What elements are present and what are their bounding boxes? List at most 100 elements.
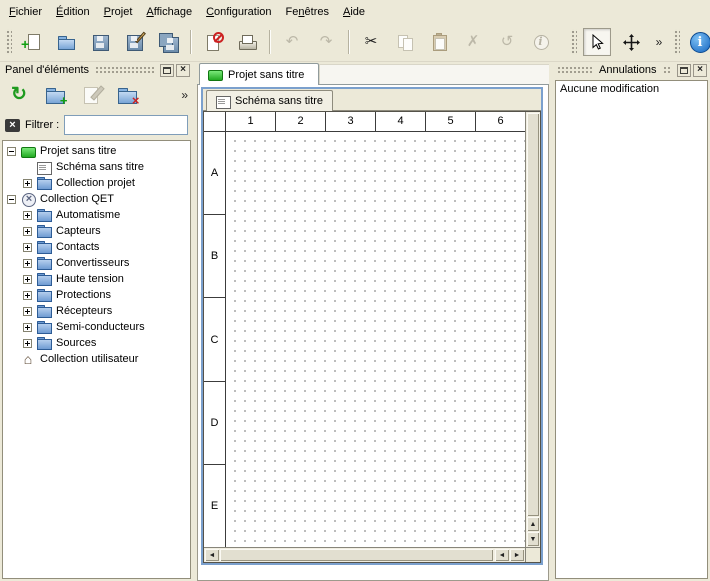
ruler-row-label: E	[204, 464, 225, 547]
collapse-icon[interactable]	[7, 147, 16, 156]
tree-item-collection-projet[interactable]: Collection projet	[3, 175, 190, 191]
dock-float-button[interactable]	[160, 64, 174, 77]
filter-input[interactable]	[64, 115, 188, 135]
ruler-row-label: C	[204, 297, 225, 380]
info-button[interactable]	[527, 28, 555, 56]
undo-button[interactable]: ↶	[278, 28, 306, 56]
scrollbar-thumb[interactable]	[220, 549, 493, 561]
rotate-button[interactable]: ↺	[493, 28, 521, 56]
expand-icon[interactable]	[23, 291, 32, 300]
tree-item-schema[interactable]: Schéma sans titre	[3, 159, 190, 175]
diagram-tab[interactable]: Schéma sans titre	[206, 90, 333, 111]
expand-icon[interactable]	[23, 179, 32, 188]
tree-item-sources[interactable]: Sources	[3, 335, 190, 351]
scrollbar-thumb[interactable]	[527, 113, 539, 516]
delete-element-button[interactable]: ×	[111, 80, 143, 110]
toolbar-drag-handle[interactable]	[570, 29, 577, 55]
clear-filter-icon[interactable]	[5, 119, 20, 132]
dock-drag-handle[interactable]	[663, 66, 672, 74]
tree-item-contacts[interactable]: Contacts	[3, 239, 190, 255]
tree-item-semi-conducteurs[interactable]: Semi-conducteurs	[3, 319, 190, 335]
scroll-down-icon[interactable]: ▼	[527, 532, 539, 546]
chevron-more-icon: »	[656, 36, 663, 48]
diagram-canvas[interactable]	[226, 132, 525, 547]
edit-element-button[interactable]	[75, 80, 107, 110]
save-as-button[interactable]	[120, 28, 148, 56]
new-element-button[interactable]: +	[39, 80, 71, 110]
new-document-button[interactable]	[18, 28, 46, 56]
panel-toolbar-overflow-button[interactable]: »	[181, 89, 188, 101]
open-project-button[interactable]	[52, 28, 80, 56]
dock-drag-handle[interactable]	[95, 66, 154, 74]
toolbar-separator	[190, 30, 191, 54]
collapse-icon[interactable]	[7, 195, 16, 204]
menu-fichier[interactable]: Fichier	[2, 2, 49, 22]
dock-drag-handle[interactable]	[557, 66, 593, 74]
menu-aide[interactable]: Aide	[336, 2, 372, 22]
close-file-icon	[204, 33, 222, 51]
project-tab[interactable]: Projet sans titre	[199, 63, 319, 85]
expand-icon[interactable]	[23, 227, 32, 236]
scrollbar-corner	[525, 547, 540, 562]
dock-close-button[interactable]: ×	[693, 64, 707, 77]
scroll-right-icon[interactable]: ►	[510, 549, 524, 561]
menu-projet[interactable]: Projet	[97, 2, 140, 22]
horizontal-scrollbar[interactable]: ◄ ◄ ►	[204, 547, 525, 562]
tree-item-convertisseurs[interactable]: Convertisseurs	[3, 255, 190, 271]
menu-configuration[interactable]: Configuration	[199, 2, 278, 22]
toolbar-drag-handle[interactable]	[5, 29, 12, 55]
reload-collections-button[interactable]: ↻	[3, 80, 35, 110]
expand-icon[interactable]	[23, 339, 32, 348]
menu-fenetres[interactable]: Fenêtres	[279, 2, 336, 22]
select-mode-button[interactable]	[583, 28, 611, 56]
scroll-left-icon[interactable]: ◄	[495, 549, 509, 561]
redo-button[interactable]: ↷	[312, 28, 340, 56]
tree-item-collection-qet[interactable]: Collection QET	[3, 191, 190, 207]
expand-icon[interactable]	[23, 211, 32, 220]
menu-affichage[interactable]: Affichage	[139, 2, 199, 22]
ruler-column-label: 6	[475, 112, 525, 131]
info-gray-icon	[532, 33, 550, 51]
tree-item-recepteurs[interactable]: Récepteurs	[3, 303, 190, 319]
scroll-up-icon[interactable]: ▲	[527, 517, 539, 531]
save-all-icon	[159, 33, 177, 51]
expand-icon[interactable]	[23, 243, 32, 252]
tree-item-label: Collection projet	[56, 177, 135, 189]
dock-close-button[interactable]: ×	[176, 64, 190, 77]
copy-button[interactable]	[391, 28, 419, 56]
tree-item-collection-utilisateur[interactable]: Collection utilisateur	[3, 351, 190, 367]
expand-icon[interactable]	[23, 307, 32, 316]
vertical-scrollbar[interactable]: ▲ ▼	[525, 112, 540, 547]
qelectrotech-window: Fichier Édition Projet Affichage Configu…	[0, 0, 710, 581]
folder-icon	[37, 289, 51, 302]
tree-item-capteurs[interactable]: Capteurs	[3, 223, 190, 239]
toolbar-separator	[269, 30, 270, 54]
menu-edition[interactable]: Édition	[49, 2, 97, 22]
tree-item-automatisme[interactable]: Automatisme	[3, 207, 190, 223]
expand-icon[interactable]	[23, 323, 32, 332]
dock-float-button[interactable]	[677, 64, 691, 77]
paste-button[interactable]	[425, 28, 453, 56]
expand-icon[interactable]	[23, 259, 32, 268]
printer-icon	[238, 33, 256, 51]
scroll-left-icon[interactable]: ◄	[205, 549, 219, 561]
move-mode-button[interactable]	[617, 28, 645, 56]
cut-button[interactable]: ✂	[357, 28, 385, 56]
close-project-button[interactable]	[199, 28, 227, 56]
print-button[interactable]	[233, 28, 261, 56]
help-button[interactable]	[686, 28, 710, 56]
tree-item-haute-tension[interactable]: Haute tension	[3, 271, 190, 287]
toolbar-overflow-button[interactable]: »	[651, 28, 667, 56]
tree-item-protections[interactable]: Protections	[3, 287, 190, 303]
save-all-button[interactable]	[154, 28, 182, 56]
expand-icon[interactable]	[23, 275, 32, 284]
undo-history-list[interactable]: Aucune modification	[555, 80, 708, 579]
delete-button[interactable]: ✗	[459, 28, 487, 56]
tree-item-project[interactable]: Projet sans titre	[3, 143, 190, 159]
project-area: Projet sans titre Schéma sans titre	[197, 62, 549, 581]
save-button[interactable]	[86, 28, 114, 56]
main-area: Panel d'éléments × ↻ + × » Filtrer :	[0, 62, 710, 581]
toolbar-drag-handle[interactable]	[673, 29, 680, 55]
tree-item-label: Sources	[56, 337, 96, 349]
rotate-icon: ↺	[498, 33, 516, 51]
